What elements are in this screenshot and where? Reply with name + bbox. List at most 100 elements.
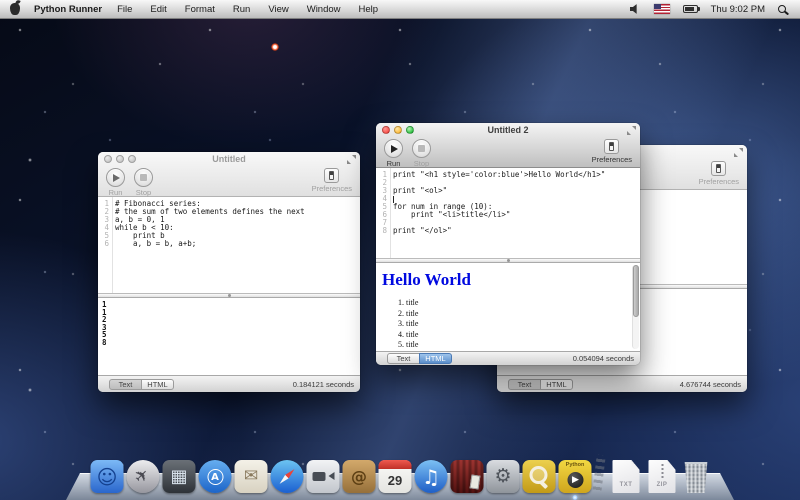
- minimize-button[interactable]: [116, 155, 124, 163]
- dock-separator: [592, 455, 606, 494]
- preferences-icon: [604, 139, 619, 154]
- calendar-icon[interactable]: 29: [379, 460, 412, 493]
- menu-item[interactable]: Help: [350, 4, 388, 15]
- menu-item[interactable]: File: [108, 4, 141, 15]
- list-item: title: [406, 298, 634, 309]
- output-pane: 112358: [98, 298, 360, 375]
- minimize-button[interactable]: [394, 126, 402, 134]
- preferences-button[interactable]: Preferences: [699, 161, 739, 186]
- app-icon-glyph: ✈: [132, 465, 154, 487]
- close-button[interactable]: [382, 126, 390, 134]
- list-item: title: [406, 330, 634, 341]
- list-item: title: [406, 319, 634, 330]
- app-icon-glyph: ▦: [170, 468, 187, 486]
- itunes-icon[interactable]: ♫: [415, 460, 448, 493]
- code-editor[interactable]: 1 print "<h1 style='color:blue'>Hello Wo…: [376, 168, 640, 258]
- code-line: 1 print "<h1 style='color:blue'>Hello Wo…: [376, 171, 640, 179]
- stop-button[interactable]: Stop: [134, 168, 153, 197]
- stop-button[interactable]: Stop: [412, 139, 431, 168]
- app-icon-glyph: @: [351, 469, 367, 485]
- rendered-heading: Hello World: [382, 270, 634, 290]
- zip-file-icon[interactable]: ZIP: [649, 460, 676, 493]
- preferences-button[interactable]: Preferences: [592, 139, 632, 164]
- tab-html[interactable]: HTML: [141, 379, 174, 390]
- facetime-icon[interactable]: [307, 460, 340, 493]
- code-editor[interactable]: 1 # Fibonacci series: 2 # the sum of two…: [98, 197, 360, 293]
- title-bar[interactable]: Untitled: [98, 152, 360, 166]
- fullscreen-icon[interactable]: [627, 126, 636, 135]
- app-icon-glyph: ♫: [422, 467, 440, 487]
- output-line: 3: [102, 324, 356, 332]
- rendered-ordered-list: titletitletitletitletitletitle: [406, 298, 634, 351]
- menu-item[interactable]: Run: [224, 4, 259, 15]
- bottom-bar: Text HTML 0.184121 seconds: [98, 375, 360, 392]
- launchpad-icon[interactable]: ✈: [127, 460, 160, 493]
- menu-bar: Python Runner FileEditFormatRunViewWindo…: [0, 0, 800, 19]
- run-button[interactable]: Run: [384, 139, 403, 168]
- code-line: 6 print "<li>title</li>": [376, 211, 640, 219]
- tab-text[interactable]: Text: [109, 379, 142, 390]
- title-bar[interactable]: Untitled 2: [376, 123, 640, 137]
- doc-icon-label: ZIP: [649, 482, 676, 488]
- app-icon-glyph: ▶: [560, 476, 592, 485]
- menu-item[interactable]: Format: [176, 4, 224, 15]
- output-mode-tabs: Text HTML: [387, 353, 452, 364]
- tab-html[interactable]: HTML: [540, 379, 573, 390]
- run-time-status: 4.676744 seconds: [680, 380, 741, 389]
- preferences-icon: [324, 168, 339, 183]
- python-runner-icon[interactable]: Python ▶: [559, 460, 592, 493]
- trash-icon[interactable]: [683, 462, 710, 493]
- apple-menu-icon[interactable]: [10, 3, 20, 15]
- app-store-icon[interactable]: A: [199, 460, 232, 493]
- menu-item[interactable]: View: [259, 4, 297, 15]
- output-line: 1: [102, 301, 356, 309]
- address-book-icon[interactable]: @: [343, 460, 376, 493]
- spotlight-icon[interactable]: [778, 5, 786, 13]
- system-preferences-icon[interactable]: ⚙: [487, 460, 520, 493]
- bottom-bar: Text HTML 0.054094 seconds: [376, 351, 640, 365]
- code-line: 8 print "</ol>": [376, 227, 640, 235]
- menu-item[interactable]: Edit: [141, 4, 175, 15]
- doc-icon-label: TXT: [613, 482, 640, 488]
- toolbar: Run Stop Preferences: [376, 137, 640, 167]
- code-line: 3 print "<ol>": [376, 187, 640, 195]
- menu-bar-status: Thu 9:02 PM: [630, 4, 790, 15]
- preferences-button[interactable]: Preferences: [312, 168, 352, 193]
- safari-icon[interactable]: [271, 460, 304, 493]
- app-icon-glyph: ⚙: [494, 467, 511, 486]
- run-time-status: 0.054094 seconds: [573, 354, 634, 363]
- tab-text[interactable]: Text: [387, 353, 420, 364]
- run-button[interactable]: Run: [106, 168, 125, 197]
- input-language-flag-icon[interactable]: [654, 4, 670, 14]
- zoom-button[interactable]: [406, 126, 414, 134]
- tab-html[interactable]: HTML: [419, 353, 452, 364]
- mail-icon[interactable]: ✉: [235, 460, 268, 493]
- app-icon-glyph: ☺: [97, 467, 118, 487]
- finder-icon[interactable]: ☺: [91, 460, 124, 493]
- app-menu-title[interactable]: Python Runner: [34, 4, 102, 15]
- close-button[interactable]: [104, 155, 112, 163]
- list-item: title: [406, 340, 634, 351]
- code-text: print "<h1 style='color:blue'>Hello Worl…: [393, 171, 605, 179]
- app-icon-label: Python: [559, 462, 592, 468]
- battery-icon[interactable]: [683, 5, 698, 13]
- mission-control-icon[interactable]: ▦: [163, 460, 196, 493]
- fullscreen-icon[interactable]: [347, 155, 356, 164]
- app-icon-glyph: A: [207, 469, 223, 485]
- volume-icon[interactable]: [630, 4, 641, 15]
- tab-text[interactable]: Text: [508, 379, 541, 390]
- fullscreen-icon[interactable]: [734, 148, 743, 157]
- search-utility-icon[interactable]: [523, 460, 556, 493]
- scrollbar-thumb[interactable]: [633, 265, 639, 317]
- desktop: Python Runner FileEditFormatRunViewWindo…: [0, 0, 800, 500]
- toolbar: Run Stop Preferences: [98, 166, 360, 196]
- output-mode-tabs: Text HTML: [508, 379, 573, 390]
- scrollbar[interactable]: [632, 265, 639, 349]
- photo-booth-icon[interactable]: [451, 460, 484, 493]
- txt-file-icon[interactable]: TXT: [613, 460, 640, 493]
- menu-bar-clock[interactable]: Thu 9:02 PM: [711, 4, 765, 15]
- menu-item[interactable]: Window: [298, 4, 350, 15]
- line-number: 8: [376, 227, 387, 235]
- zoom-button[interactable]: [128, 155, 136, 163]
- output-line: 8: [102, 339, 356, 347]
